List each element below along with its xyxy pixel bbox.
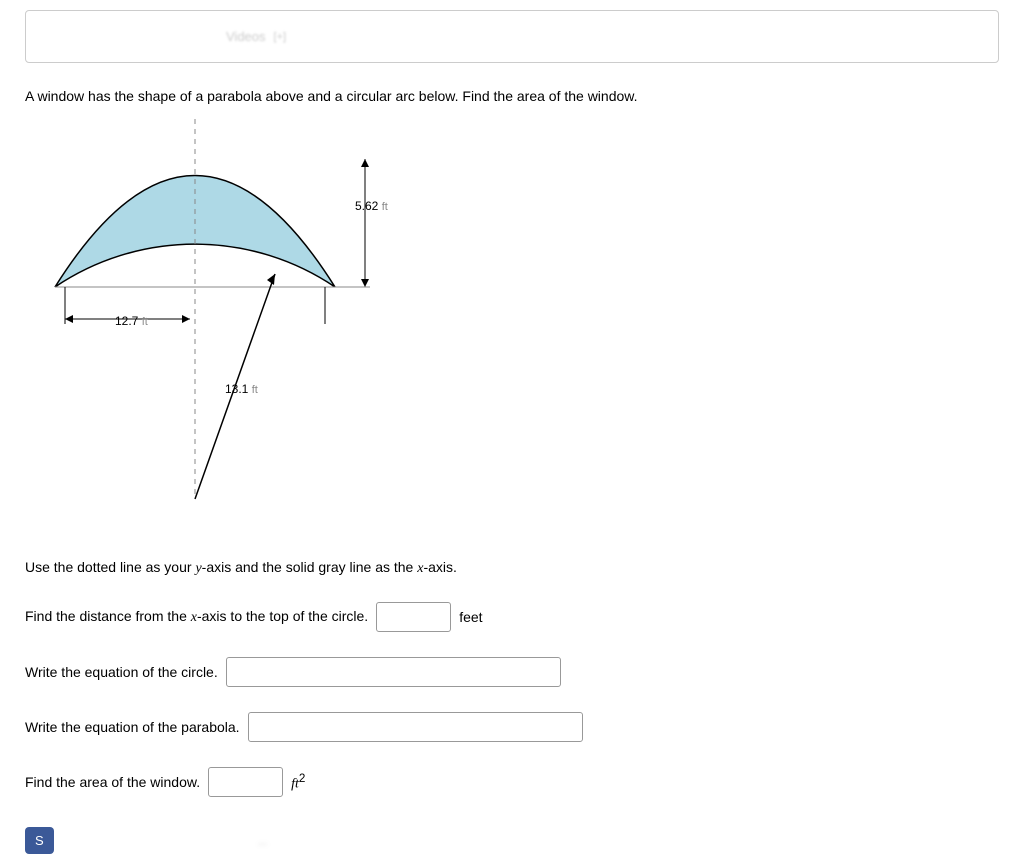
height-label: 5.62 ft: [355, 199, 388, 213]
problem-statement: A window has the shape of a parabola abo…: [25, 88, 999, 104]
header-box: Videos [+]: [25, 10, 999, 63]
axis-instruction: Use the dotted line as your y-axis and t…: [25, 559, 999, 577]
question-circle: Write the equation of the circle.: [25, 657, 999, 687]
submit-button[interactable]: S: [25, 827, 54, 854]
question-area: Find the area of the window. ft2: [25, 767, 999, 797]
circle-equation-input[interactable]: [226, 657, 561, 687]
area-unit: ft2: [291, 772, 305, 793]
blurred-footer: ...: [258, 834, 268, 848]
width-label: 12.7 ft: [115, 314, 148, 328]
window-figure: 5.62 ft 12.7 ft 13.1 ft: [25, 119, 425, 529]
distance-input[interactable]: [376, 602, 451, 632]
question-parabola: Write the equation of the parabola.: [25, 712, 999, 742]
parabola-equation-input[interactable]: [248, 712, 583, 742]
distance-unit: feet: [459, 609, 482, 625]
videos-link[interactable]: Videos: [226, 29, 266, 44]
question-distance: Find the distance from the x-axis to the…: [25, 602, 999, 632]
radius-label: 13.1 ft: [225, 382, 258, 396]
area-input[interactable]: [208, 767, 283, 797]
external-link-icon: [+]: [274, 31, 287, 43]
